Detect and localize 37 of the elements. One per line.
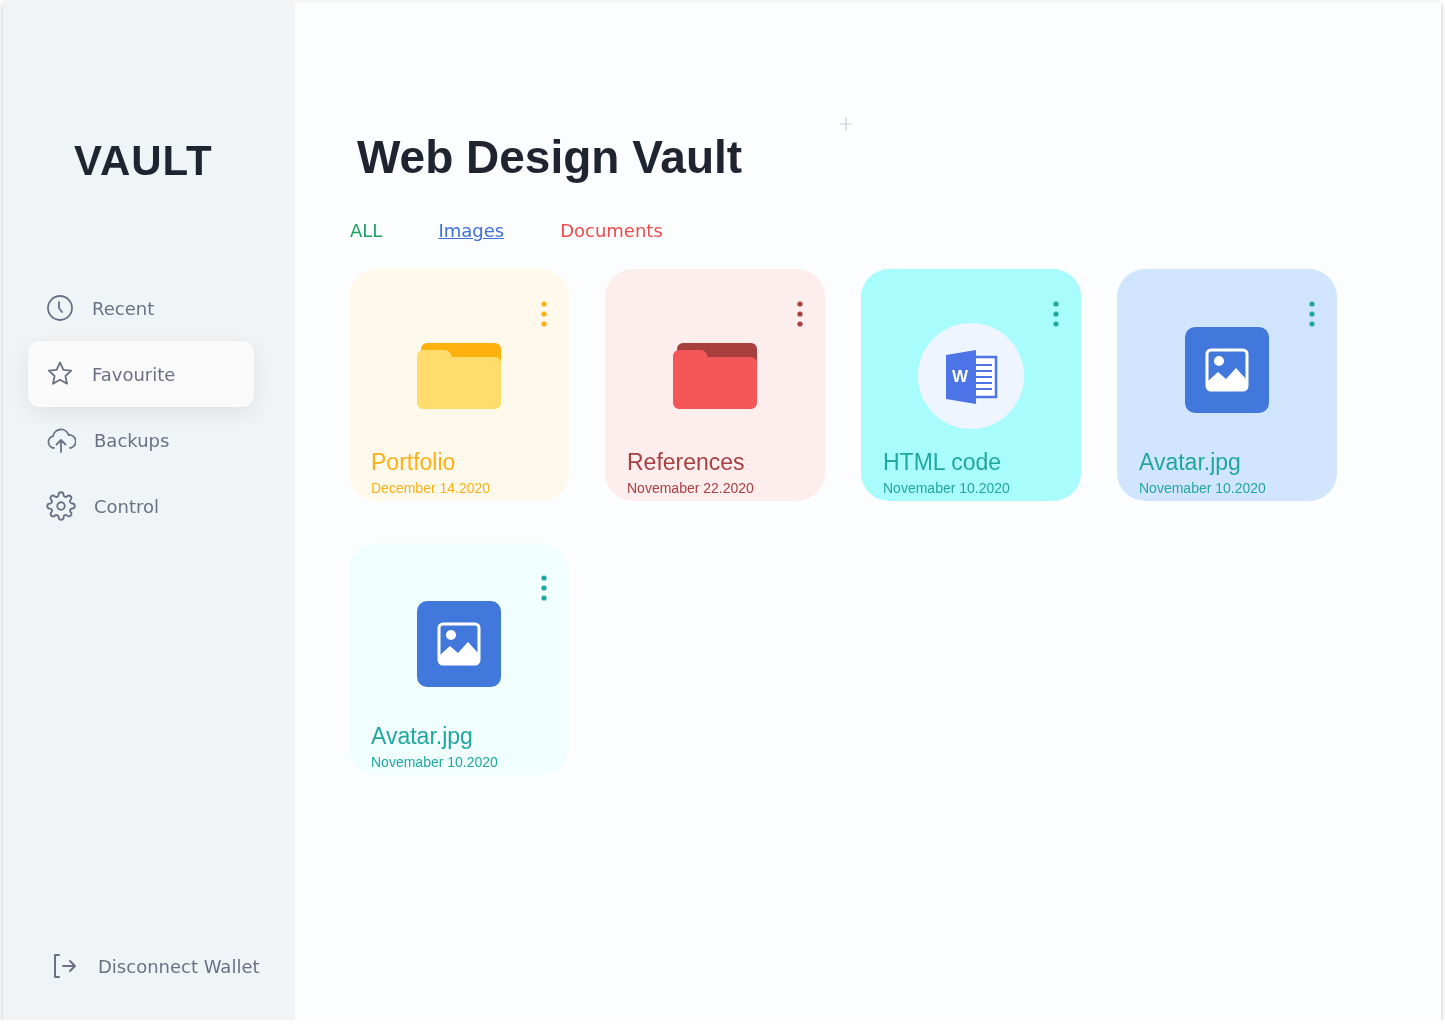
word-document-icon: W	[918, 323, 1024, 429]
file-date: Novemaber 10.2020	[883, 480, 1010, 496]
filter-tab[interactable]: ALL	[350, 220, 383, 241]
file-date: Novemaber 10.2020	[1139, 480, 1266, 496]
cloud-upload-icon	[46, 426, 76, 454]
filter-tab[interactable]: Images	[438, 220, 505, 241]
file-date: Novemaber 22.2020	[627, 480, 754, 496]
more-options-icon[interactable]	[541, 575, 547, 601]
page-title: Web Design Vault	[357, 130, 744, 184]
sidebar-item[interactable]: Recent	[28, 275, 254, 341]
image-icon	[417, 601, 501, 687]
folder-icon	[417, 343, 501, 409]
more-options-icon[interactable]	[1309, 301, 1315, 327]
image-icon	[1185, 327, 1269, 413]
file-date: December 14.2020	[371, 480, 491, 496]
folder-icon	[673, 343, 757, 409]
more-options-icon[interactable]	[797, 301, 803, 327]
file-card[interactable]: W HTML code Novemaber 10.2020	[861, 269, 1081, 501]
file-name: Avatar.jpg	[1139, 449, 1241, 476]
file-date: Novemaber 10.2020	[371, 754, 498, 770]
clock-icon	[46, 294, 74, 322]
file-card[interactable]: References Novemaber 22.2020	[605, 269, 825, 501]
sidebar-item[interactable]: Control	[28, 473, 254, 539]
file-name: Avatar.jpg	[371, 723, 473, 750]
file-name: References	[627, 449, 745, 476]
disconnect-link[interactable]: Disconnect Wallet	[98, 955, 260, 977]
file-name: Portfolio	[371, 449, 456, 476]
settings-icon	[46, 491, 76, 521]
file-card[interactable]: Avatar.jpg Novemaber 10.2020	[1117, 269, 1337, 501]
file-card[interactable]: Avatar.jpg Novemaber 10.2020	[349, 543, 569, 775]
sidebar-item[interactable]: Backups	[28, 407, 254, 473]
filter-tab[interactable]: Documents	[560, 220, 663, 241]
file-name: HTML code	[883, 449, 1002, 476]
brand-logo: VAULT	[74, 137, 214, 185]
plus-icon	[840, 118, 852, 130]
more-options-icon[interactable]	[1053, 301, 1059, 327]
sidebar-item[interactable]: Favourite	[28, 341, 254, 407]
